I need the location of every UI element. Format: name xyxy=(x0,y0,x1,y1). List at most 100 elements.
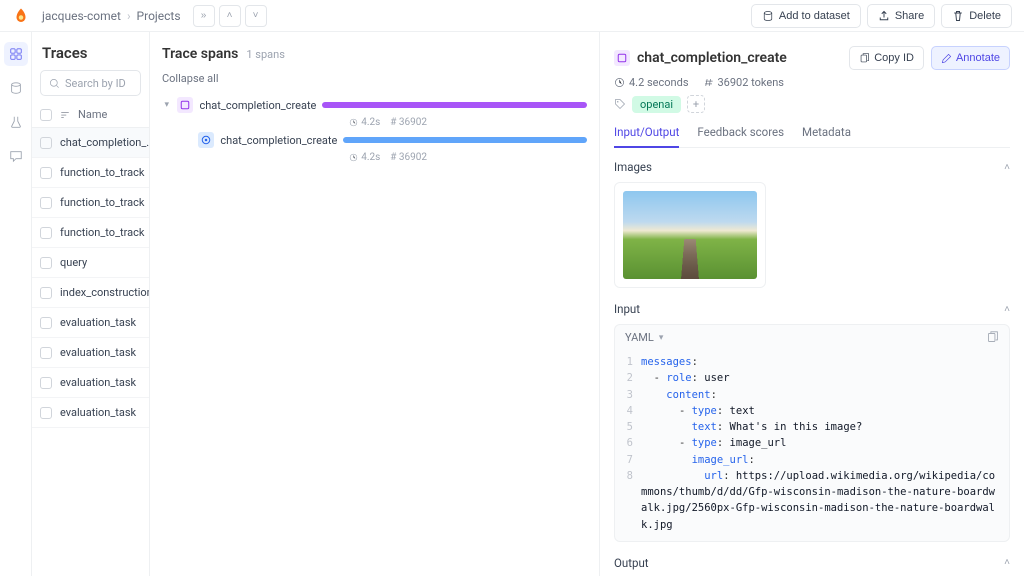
row-checkbox[interactable] xyxy=(40,347,52,359)
code-line: 8 url: https://upload.wikimedia.org/wiki… xyxy=(615,468,1009,533)
span-icon xyxy=(177,97,193,113)
tokens-value: 36902 tokens xyxy=(718,76,784,89)
detail-panel: chat_completion_create Copy ID Annotate … xyxy=(600,32,1024,576)
span-tokens: # 36902 xyxy=(390,152,427,163)
share-button[interactable]: Share xyxy=(867,4,935,28)
nav-traces-icon[interactable] xyxy=(4,42,28,66)
nav-experiments-icon[interactable] xyxy=(4,110,28,134)
images-section-label: Images xyxy=(614,160,652,174)
duration-bar xyxy=(322,102,587,108)
add-to-dataset-button[interactable]: Add to dataset xyxy=(751,4,861,28)
row-checkbox[interactable] xyxy=(40,137,52,149)
row-name: evaluation_task xyxy=(60,406,136,419)
trace-row[interactable]: query xyxy=(32,248,149,278)
database-icon xyxy=(762,10,774,22)
span-name[interactable]: chat_completion_create xyxy=(199,99,316,112)
detail-title: chat_completion_create xyxy=(637,50,842,66)
row-checkbox[interactable] xyxy=(40,257,52,269)
row-checkbox[interactable] xyxy=(40,407,52,419)
brand-logo xyxy=(12,7,30,25)
code-line: 7 image_url: xyxy=(615,452,1009,468)
collapse-input-icon[interactable]: ˄ xyxy=(1004,304,1010,315)
breadcrumb-workspace[interactable]: jacques-comet xyxy=(42,9,121,23)
trace-row[interactable]: function_to_track xyxy=(32,188,149,218)
trace-row[interactable]: evaluation_task xyxy=(32,368,149,398)
copy-input-button[interactable] xyxy=(986,331,999,344)
select-all-checkbox[interactable] xyxy=(40,109,52,121)
trace-row[interactable]: index_construction xyxy=(32,278,149,308)
hash-icon xyxy=(703,77,714,88)
trace-row[interactable]: evaluation_task xyxy=(32,398,149,428)
row-name: evaluation_task xyxy=(60,316,136,329)
search-icon xyxy=(49,78,60,89)
chevron-down-icon: ▾ xyxy=(659,333,664,343)
annotate-button[interactable]: Annotate xyxy=(931,46,1010,70)
row-name: evaluation_task xyxy=(60,346,136,359)
chevron-down-icon[interactable]: ▾ xyxy=(162,100,171,110)
trash-icon xyxy=(952,10,964,22)
span-name[interactable]: chat_completion_create xyxy=(220,134,337,147)
span-icon xyxy=(198,132,214,148)
trace-row[interactable]: function_to_track xyxy=(32,218,149,248)
traces-panel: Traces Search by ID Name chat_completion… xyxy=(32,32,150,576)
add-tag-button[interactable]: + xyxy=(687,95,705,113)
collapse-images-icon[interactable]: ˄ xyxy=(1004,162,1010,173)
duration-bar xyxy=(343,137,587,143)
input-format-select[interactable]: YAML xyxy=(625,331,654,344)
trace-row[interactable]: evaluation_task xyxy=(32,308,149,338)
row-checkbox[interactable] xyxy=(40,377,52,389)
tag-openai[interactable]: openai xyxy=(632,96,681,113)
span-duration: 4.2s xyxy=(349,152,380,163)
tab-feedback-scores[interactable]: Feedback scores xyxy=(697,125,784,147)
span-duration: 4.2s xyxy=(349,117,380,128)
detail-tabs: Input/Output Feedback scores Metadata xyxy=(614,125,1010,148)
spans-title: Trace spans xyxy=(162,46,238,62)
collapse-output-icon[interactable]: ˄ xyxy=(1004,557,1010,568)
image-card[interactable] xyxy=(614,182,766,288)
row-checkbox[interactable] xyxy=(40,287,52,299)
code-line: 4 - type: text xyxy=(615,403,1009,419)
search-placeholder: Search by ID xyxy=(65,77,126,90)
code-line: 1messages: xyxy=(615,354,1009,370)
collapse-all-button[interactable]: Collapse all xyxy=(162,72,587,85)
expand-button[interactable]: » xyxy=(193,5,215,27)
breadcrumb-projects[interactable]: Projects xyxy=(137,9,181,23)
row-checkbox[interactable] xyxy=(40,167,52,179)
spans-count: 1 spans xyxy=(246,48,285,61)
tab-input-output[interactable]: Input/Output xyxy=(614,125,679,148)
breadcrumb-nav: » ˄ ˅ xyxy=(193,5,267,27)
search-input[interactable]: Search by ID xyxy=(40,70,141,96)
row-name: index_construction xyxy=(60,286,149,299)
sort-icon[interactable] xyxy=(60,110,70,120)
nav-datasets-icon[interactable] xyxy=(4,76,28,100)
image-thumbnail xyxy=(623,191,757,279)
row-name: function_to_track xyxy=(60,166,144,179)
row-checkbox[interactable] xyxy=(40,227,52,239)
trace-row[interactable]: function_to_track xyxy=(32,158,149,188)
row-name: function_to_track xyxy=(60,196,144,209)
copy-id-button[interactable]: Copy ID xyxy=(849,46,924,70)
span-tokens: # 36902 xyxy=(390,117,427,128)
next-button[interactable]: ˅ xyxy=(245,5,267,27)
row-name: query xyxy=(60,256,87,269)
delete-button[interactable]: Delete xyxy=(941,4,1012,28)
table-header: Name xyxy=(32,102,149,128)
duration-value: 4.2 seconds xyxy=(629,76,689,89)
breadcrumb: jacques-comet › Projects xyxy=(42,9,181,23)
trace-row[interactable]: evaluation_task xyxy=(32,338,149,368)
row-checkbox[interactable] xyxy=(40,197,52,209)
prev-button[interactable]: ˄ xyxy=(219,5,241,27)
row-checkbox[interactable] xyxy=(40,317,52,329)
name-header[interactable]: Name xyxy=(78,108,107,121)
row-name: chat_completion_... xyxy=(60,136,149,149)
code-line: 6 - type: image_url xyxy=(615,435,1009,451)
spans-panel: Trace spans 1 spans Collapse all ▾ chat_c… xyxy=(150,32,600,576)
nav-feedback-icon[interactable] xyxy=(4,144,28,168)
tab-metadata[interactable]: Metadata xyxy=(802,125,851,147)
row-name: evaluation_task xyxy=(60,376,136,389)
traces-title: Traces xyxy=(32,32,149,70)
chevron-right-icon: › xyxy=(127,9,131,23)
trace-row[interactable]: chat_completion_... xyxy=(32,128,149,158)
clock-icon xyxy=(614,77,625,88)
share-icon xyxy=(878,10,890,22)
